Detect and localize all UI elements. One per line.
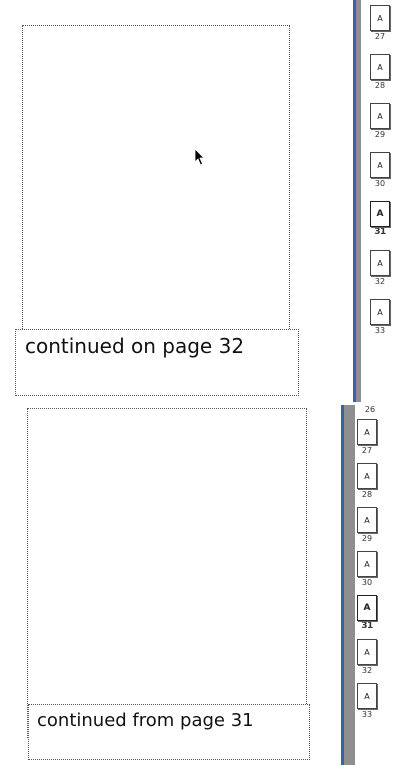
master-page-letter: A: [377, 14, 383, 23]
master-page-letter: A: [377, 63, 383, 72]
jump-caption-bottom-text: continued from page 31: [37, 710, 254, 731]
page-number-label: 31: [374, 227, 386, 237]
page-number-label: 29: [361, 534, 373, 543]
top-strip-page-30[interactable]: A 30: [369, 152, 391, 188]
master-page-letter: A: [377, 308, 383, 317]
page-thumbnail[interactable]: A: [370, 299, 390, 325]
page-thumbnail-strip-bottom[interactable]: [341, 405, 355, 765]
page-thumbnail[interactable]: A: [370, 152, 390, 178]
master-page-letter: A: [376, 209, 384, 219]
page-thumbnail[interactable]: A: [357, 463, 377, 489]
page-number-label: 31: [361, 621, 373, 631]
master-page-letter: A: [364, 516, 370, 525]
master-page-letter: A: [364, 428, 370, 437]
jump-caption-top[interactable]: continued on page 32: [15, 329, 299, 396]
bottom-strip-page-30[interactable]: A 30: [356, 551, 378, 587]
bottom-strip-page-31[interactable]: A 31: [356, 595, 378, 631]
top-strip-page-32[interactable]: A 32: [369, 250, 391, 286]
bottom-strip-page-29[interactable]: A 29: [356, 507, 378, 543]
page-thumbnail[interactable]: A: [370, 103, 390, 129]
page-number-label: 32: [374, 277, 386, 286]
bottom-strip-page-27[interactable]: A 27: [356, 419, 378, 455]
page-thumbnail[interactable]: A: [357, 595, 377, 621]
page-thumbnail[interactable]: A: [370, 250, 390, 276]
top-strip-page-27[interactable]: A 27: [369, 5, 391, 41]
master-page-letter: A: [364, 648, 370, 657]
page-number-label: 27: [374, 32, 386, 41]
page-number-label: 27: [361, 446, 373, 455]
page-number-label: 29: [374, 130, 386, 139]
page-number-label: 32: [361, 666, 373, 675]
page-thumbnail-strip-top[interactable]: [353, 0, 361, 402]
bottom-strip-page-28[interactable]: A 28: [356, 463, 378, 499]
bottom-strip-page-32[interactable]: A 32: [356, 639, 378, 675]
page-thumbnail[interactable]: A: [370, 201, 390, 227]
jump-caption-bottom[interactable]: continued from page 31: [28, 704, 310, 760]
bottom-strip-page-33[interactable]: A 33: [356, 683, 378, 719]
page-number-label: 33: [374, 326, 386, 335]
jump-caption-top-text: continued on page 32: [25, 334, 245, 358]
master-page-letter: A: [377, 259, 383, 268]
page-number-top-label: 26: [364, 405, 376, 414]
page-thumbnail[interactable]: A: [357, 683, 377, 709]
text-frame-top[interactable]: [22, 25, 290, 353]
master-page-letter: A: [363, 603, 371, 613]
master-page-letter: A: [364, 692, 370, 701]
page-thumbnail[interactable]: A: [357, 639, 377, 665]
top-strip-page-28[interactable]: A 28: [369, 54, 391, 90]
text-frame-bottom[interactable]: [27, 408, 307, 738]
master-page-letter: A: [377, 161, 383, 170]
page-number-label: 33: [361, 710, 373, 719]
page-number-label: 30: [374, 179, 386, 188]
top-strip-page-31[interactable]: A 31: [369, 201, 391, 237]
page-number-label: 28: [374, 81, 386, 90]
page-thumbnail[interactable]: A: [370, 5, 390, 31]
page-number-label: 28: [361, 490, 373, 499]
top-strip-page-29[interactable]: A 29: [369, 103, 391, 139]
master-page-letter: A: [364, 472, 370, 481]
page-thumbnail[interactable]: A: [357, 551, 377, 577]
page-thumbnail[interactable]: A: [370, 54, 390, 80]
page-thumbnail[interactable]: A: [357, 419, 377, 445]
master-page-letter: A: [377, 112, 383, 121]
master-page-letter: A: [364, 560, 370, 569]
mouse-pointer-icon: [194, 148, 205, 166]
page-number-label: 30: [361, 578, 373, 587]
page-thumbnail[interactable]: A: [357, 507, 377, 533]
top-strip-page-33[interactable]: A 33: [369, 299, 391, 335]
